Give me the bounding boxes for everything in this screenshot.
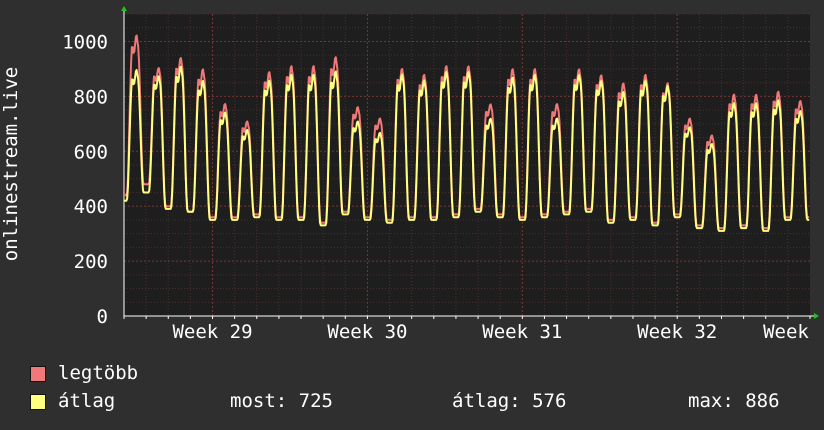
- y-axis-arrow: [121, 6, 127, 11]
- x-tick-label: Week 31: [482, 321, 562, 343]
- legend-swatch-max: [30, 366, 46, 382]
- x-tick-label: Week 32: [637, 321, 717, 343]
- y-tick-label: 200: [74, 251, 108, 273]
- y-tick-label: 600: [74, 141, 108, 163]
- x-tick-label: Week 30: [327, 321, 407, 343]
- legend-label-avg: átlag: [58, 390, 116, 412]
- x-tick-label: Week 29: [172, 321, 252, 343]
- y-tick-label: 400: [74, 196, 108, 218]
- y-tick-label: 0: [97, 306, 108, 328]
- y-tick-label: 1000: [62, 31, 108, 53]
- stat-max: max: 886: [688, 390, 780, 412]
- stat-current: most: 725: [230, 390, 333, 412]
- x-axis-arrow: [814, 313, 819, 319]
- x-tick-label: Week: [763, 321, 809, 343]
- legend-swatch-avg: [30, 394, 46, 410]
- y-tick-label: 800: [74, 86, 108, 108]
- stat-average: átlag: 576: [452, 390, 567, 412]
- legend-label-max: legtöbb: [58, 362, 139, 384]
- y-axis-label: onlinestream.live: [0, 67, 22, 261]
